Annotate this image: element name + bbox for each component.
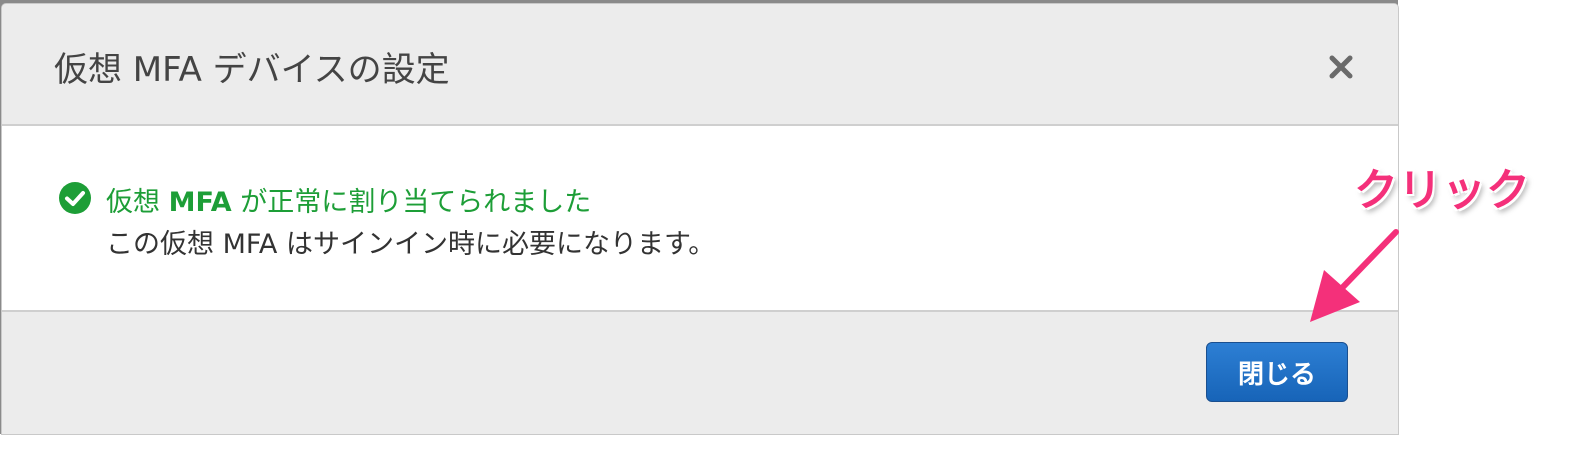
dialog-footer: 閉じる bbox=[2, 312, 1398, 434]
close-button[interactable]: 閉じる bbox=[1206, 342, 1348, 402]
check-circle-icon bbox=[58, 181, 92, 215]
success-message-prefix: 仮想 bbox=[106, 187, 169, 218]
arrow-icon bbox=[1300, 226, 1410, 330]
close-icon[interactable] bbox=[1324, 50, 1358, 84]
dialog-title: 仮想 MFA デバイスの設定 bbox=[54, 50, 450, 90]
dialog-body: 仮想 MFA が正常に割り当てられました この仮想 MFA はサインイン時に必要… bbox=[2, 126, 1398, 312]
success-message-suffix: が正常に割り当てられました bbox=[231, 187, 592, 218]
click-annotation-label: クリック bbox=[1354, 165, 1530, 216]
mfa-setup-dialog: 仮想 MFA デバイスの設定 仮想 MFA が正常に割り当てられました この仮想… bbox=[2, 4, 1398, 434]
dialog-header: 仮想 MFA デバイスの設定 bbox=[2, 4, 1398, 126]
success-message: 仮想 MFA が正常に割り当てられました bbox=[106, 180, 591, 219]
success-detail: この仮想 MFA はサインイン時に必要になります。 bbox=[106, 229, 716, 260]
success-message-mfa: MFA bbox=[168, 187, 232, 218]
